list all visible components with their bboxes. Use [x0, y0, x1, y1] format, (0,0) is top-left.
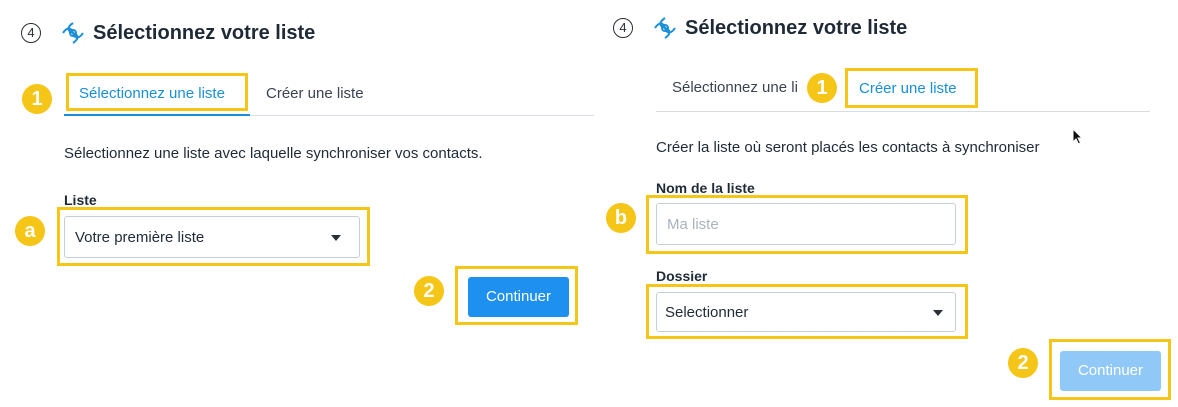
description-text: Sélectionnez une liste avec laquelle syn…: [64, 145, 483, 162]
step-number-circle: 4: [613, 18, 633, 38]
name-label: Nom de la liste: [656, 180, 755, 196]
button-badge: 2: [414, 276, 444, 306]
field-badge: b: [606, 203, 636, 233]
sendinblue-logo-icon: [62, 22, 84, 44]
tab-select-list[interactable]: Sélectionnez une liste: [79, 85, 225, 102]
tab-create-list[interactable]: Créer une liste: [266, 85, 364, 102]
folder-label: Dossier: [656, 268, 708, 284]
description-text: Créer la liste où seront placés les cont…: [656, 139, 1040, 156]
chevron-down-icon: [933, 310, 943, 316]
list-label: Liste: [64, 192, 97, 208]
step-number-circle: 4: [21, 23, 41, 43]
active-tab-underline: [64, 114, 250, 116]
list-select[interactable]: Votre première liste: [64, 216, 360, 258]
list-name-input[interactable]: [656, 203, 956, 245]
step-badge: 1: [22, 84, 52, 114]
step-badge: 1: [807, 73, 837, 103]
page-title: Sélectionnez votre liste: [93, 22, 316, 44]
cursor-arrow-icon: [1072, 128, 1084, 145]
folder-select[interactable]: Selectionner: [656, 292, 956, 332]
chevron-down-icon: [331, 235, 341, 241]
continue-button[interactable]: Continuer: [1060, 351, 1161, 391]
tab-select-list[interactable]: Sélectionnez une li: [672, 79, 808, 96]
button-badge: 2: [1008, 348, 1038, 378]
tabs-divider: [656, 111, 1150, 112]
field-badge: a: [15, 216, 45, 246]
tab-create-list[interactable]: Créer une liste: [859, 80, 957, 97]
list-select-value: Votre première liste: [75, 229, 205, 246]
page-title: Sélectionnez votre liste: [685, 17, 908, 39]
sendinblue-logo-icon: [654, 17, 676, 39]
continue-button[interactable]: Continuer: [468, 277, 569, 317]
folder-select-value: Selectionner: [665, 304, 749, 321]
